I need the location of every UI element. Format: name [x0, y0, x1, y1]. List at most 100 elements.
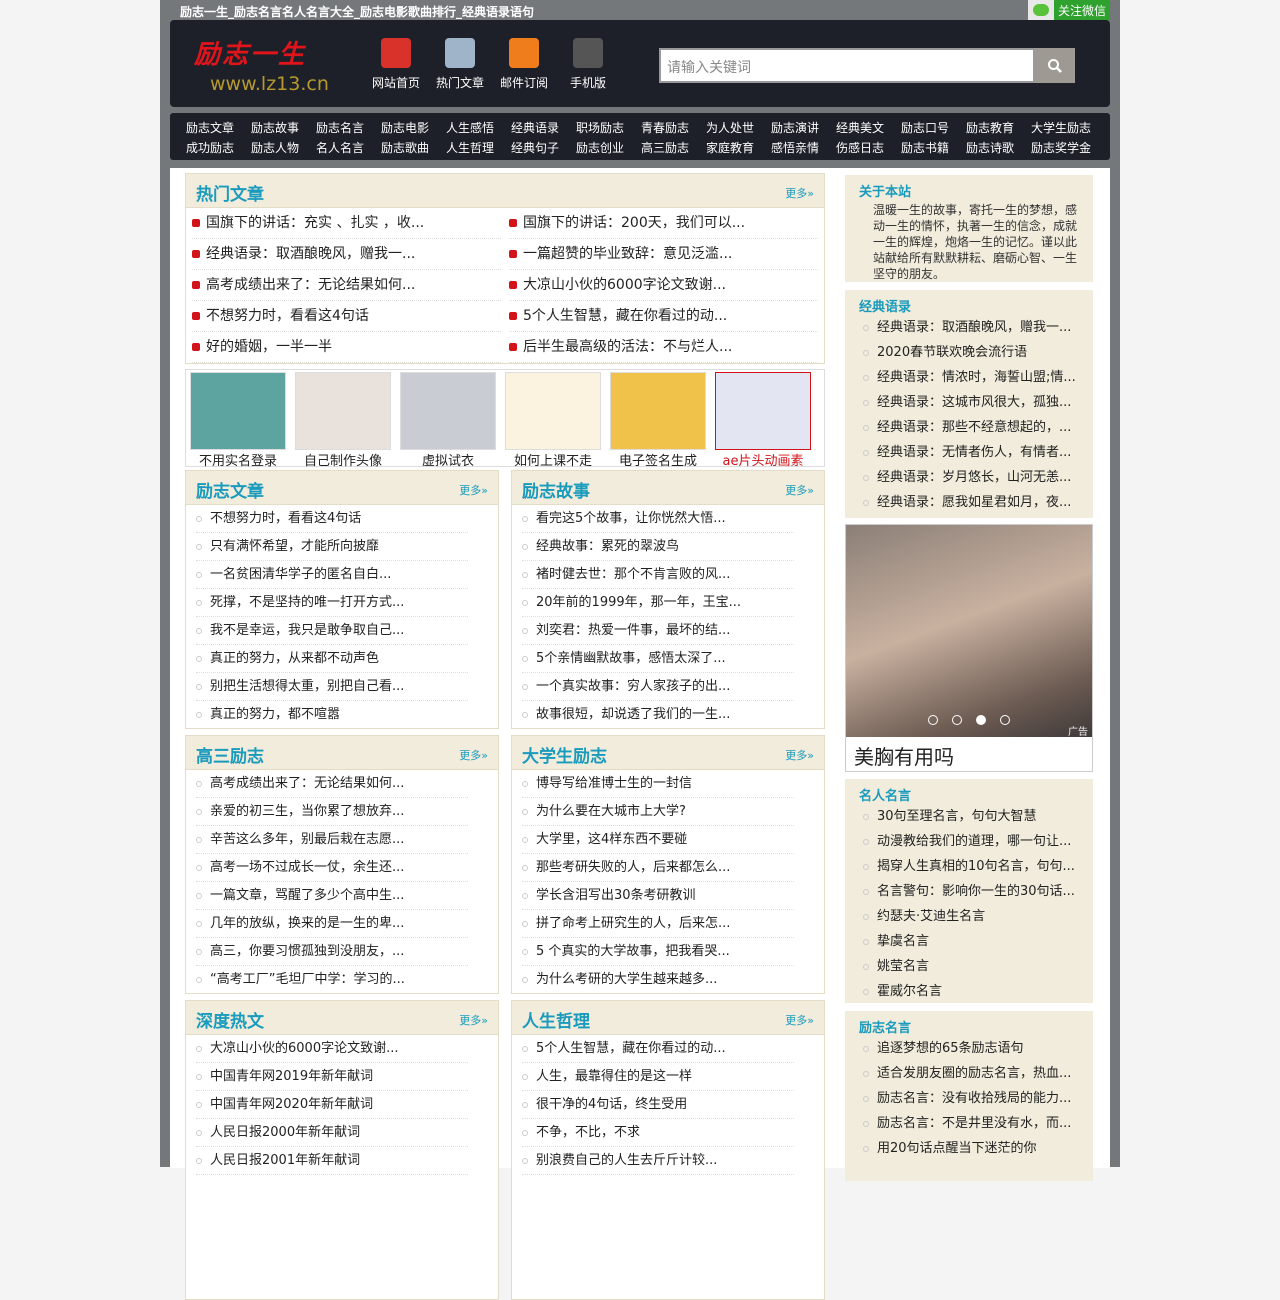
nav-link[interactable]: 经典语录 — [511, 119, 576, 139]
article-link[interactable]: 我不是幸运，我只是敢争取自己... — [210, 623, 404, 638]
list-item[interactable]: 姚莹名言 — [863, 954, 1093, 979]
thumb-caption[interactable]: 自己制作头像 — [295, 450, 391, 469]
list-item[interactable]: 励志名言：没有收拾残局的能力... — [863, 1086, 1093, 1111]
nav-link[interactable]: 励志人物 — [251, 139, 316, 159]
nav-link[interactable]: 家庭教育 — [706, 139, 771, 159]
list-item[interactable]: 故事很短，却说透了我们的一生... — [522, 701, 794, 729]
nav-link[interactable]: 励志书籍 — [901, 139, 966, 159]
carousel-dot[interactable] — [952, 715, 962, 725]
list-item[interactable]: 后半生最高级的活法：不与烂人... — [509, 332, 818, 363]
thumb-caption[interactable]: 如何上课不走 — [505, 450, 601, 469]
list-item[interactable]: 几年的放纵，换来的是一生的卑... — [196, 910, 468, 938]
article-link[interactable]: 人民日报2001年新年献词 — [210, 1153, 360, 1168]
list-item[interactable]: 人民日报2001年新年献词 — [196, 1147, 468, 1175]
side-title[interactable]: 名人名言 — [845, 779, 1093, 804]
more-link[interactable]: 更多» — [785, 1012, 814, 1028]
list-item[interactable]: 一篇超赞的毕业致辞：意见泛滥... — [509, 239, 818, 270]
list-item[interactable]: 高考成绩出来了：无论结果如何... — [192, 270, 501, 301]
nav-link[interactable]: 青春励志 — [641, 119, 706, 139]
ad-image[interactable] — [846, 525, 1092, 737]
list-item[interactable]: 学长含泪写出30条考研教训 — [522, 882, 794, 910]
thumb-card[interactable]: 电子签名生成 — [610, 372, 706, 469]
article-link[interactable]: 经典语录：岁月悠长，山河无恙... — [877, 470, 1071, 485]
thumb-card[interactable]: ae片头动画素 — [715, 372, 811, 469]
nav-link[interactable]: 励志电影 — [381, 119, 446, 139]
article-link[interactable]: 一篇超赞的毕业致辞：意见泛滥... — [523, 246, 732, 262]
article-link[interactable]: 5个人生智慧，藏在你看过的动... — [536, 1041, 726, 1056]
list-item[interactable]: 5个人生智慧，藏在你看过的动... — [522, 1035, 794, 1063]
nav-link[interactable]: 励志名言 — [316, 119, 381, 139]
article-link[interactable]: 为什么要在大城市上大学? — [536, 804, 686, 819]
list-item[interactable]: 褚时健去世：那个不肯言败的风... — [522, 561, 794, 589]
article-link[interactable]: 辛苦这么多年，别最后栽在志愿... — [210, 832, 404, 847]
article-link[interactable]: 人生，最靠得住的是这一样 — [536, 1069, 692, 1084]
header-nav-item[interactable]: 邮件订阅 — [496, 38, 552, 91]
site-logo[interactable]: 励志一生 www.lz13.cn — [194, 34, 329, 95]
nav-link[interactable]: 名人名言 — [316, 139, 381, 159]
list-item[interactable]: 博导写给准博士生的一封信 — [522, 770, 794, 798]
list-item[interactable]: 真正的努力，从来都不动声色 — [196, 645, 468, 673]
list-item[interactable]: 为什么要在大城市上大学? — [522, 798, 794, 826]
nav-link[interactable]: 励志教育 — [966, 119, 1031, 139]
nav-link[interactable]: 感悟亲情 — [771, 139, 836, 159]
list-item[interactable]: 20年前的1999年，那一年，王宝... — [522, 589, 794, 617]
article-link[interactable]: 后半生最高级的活法：不与烂人... — [523, 339, 732, 355]
list-item[interactable]: 大学里，这4样东西不要碰 — [522, 826, 794, 854]
nav-link[interactable]: 励志诗歌 — [966, 139, 1031, 159]
list-item[interactable]: 高考成绩出来了：无论结果如何... — [196, 770, 468, 798]
list-item[interactable]: 很干净的4句话，终生受用 — [522, 1091, 794, 1119]
article-link[interactable]: 死撑，不是坚持的唯一打开方式... — [210, 595, 404, 610]
article-link[interactable]: 经典语录：取酒酿晚风，赠我一... — [877, 320, 1071, 335]
article-link[interactable]: 为什么考研的大学生越来越多... — [536, 972, 717, 987]
list-item[interactable]: 不想努力时，看看这4句话 — [192, 301, 501, 332]
thumb-card[interactable]: 不用实名登录 — [190, 372, 286, 469]
search-button[interactable] — [1035, 48, 1075, 83]
list-item[interactable]: 经典故事：累死的翠波鸟 — [522, 533, 794, 561]
article-link[interactable]: 经典语录：情浓时，海誓山盟;情... — [877, 370, 1076, 385]
nav-link[interactable]: 励志口号 — [901, 119, 966, 139]
list-item[interactable]: 亲爱的初三生，当你累了想放弃... — [196, 798, 468, 826]
list-item[interactable]: 看完这5个故事，让你恍然大悟... — [522, 505, 794, 533]
article-link[interactable]: 高三，你要习惯孤独到没朋友，... — [210, 944, 404, 959]
list-item[interactable]: 5个亲情幽默故事，感悟太深了... — [522, 645, 794, 673]
ad-tag[interactable]: 广告 — [1068, 723, 1088, 738]
article-link[interactable]: 揭穿人生真相的10句名言，句句... — [877, 859, 1075, 874]
article-link[interactable]: 那些考研失败的人，后来都怎么... — [536, 860, 730, 875]
thumb-caption[interactable]: 不用实名登录 — [190, 450, 286, 469]
article-link[interactable]: 大凉山小伙的6000字论文致谢... — [210, 1041, 398, 1056]
article-link[interactable]: 国旗下的讲话：200天，我们可以... — [523, 215, 745, 231]
nav-link[interactable]: 经典美文 — [836, 119, 901, 139]
nav-link[interactable]: 励志文章 — [186, 119, 251, 139]
list-item[interactable]: 经典语录：取酒酿晚风，赠我一... — [863, 315, 1093, 340]
article-link[interactable]: 励志名言：没有收拾残局的能力... — [877, 1091, 1071, 1106]
article-link[interactable]: 只有满怀希望，才能所向披靡 — [210, 539, 379, 554]
article-link[interactable]: 高考一场不过成长一仗，余生还... — [210, 860, 404, 875]
carousel-dot[interactable] — [976, 715, 986, 725]
article-link[interactable]: 挚虞名言 — [877, 934, 929, 949]
list-item[interactable]: 挚虞名言 — [863, 929, 1093, 954]
article-link[interactable]: 刘奕君：热爱一件事，最坏的结... — [536, 623, 730, 638]
article-link[interactable]: 博导写给准博士生的一封信 — [536, 776, 692, 791]
list-item[interactable]: 揭穿人生真相的10句名言，句句... — [863, 854, 1093, 879]
list-item[interactable]: 高三，你要习惯孤独到没朋友，... — [196, 938, 468, 966]
list-item[interactable]: 死撑，不是坚持的唯一打开方式... — [196, 589, 468, 617]
article-link[interactable]: 经典语录：这城市风很大，孤独... — [877, 395, 1071, 410]
article-link[interactable]: 国旗下的讲话：充实 、扎实 ，收... — [206, 215, 424, 231]
search-input[interactable]: 请输入关键词 — [659, 48, 1035, 83]
article-link[interactable]: 5个人生智慧，藏在你看过的动... — [523, 308, 727, 324]
article-link[interactable]: 5 个真实的大学故事，把我看哭... — [536, 944, 730, 959]
thumb-caption[interactable]: ae片头动画素 — [715, 450, 811, 469]
more-link[interactable]: 更多» — [459, 1012, 488, 1028]
list-item[interactable]: 为什么考研的大学生越来越多... — [522, 966, 794, 994]
list-item[interactable]: 经典语录：这城市风很大，孤独... — [863, 390, 1093, 415]
list-item[interactable]: 追逐梦想的65条励志语句 — [863, 1036, 1093, 1061]
article-link[interactable]: 经典语录：无情者伤人，有情者... — [877, 445, 1071, 460]
article-link[interactable]: 姚莹名言 — [877, 959, 929, 974]
nav-link[interactable]: 成功励志 — [186, 139, 251, 159]
list-item[interactable]: 我不是幸运，我只是敢争取自己... — [196, 617, 468, 645]
list-item[interactable]: 大凉山小伙的6000字论文致谢... — [196, 1035, 468, 1063]
article-link[interactable]: 学长含泪写出30条考研教训 — [536, 888, 696, 903]
follow-wechat-button[interactable]: 关注微信 — [1027, 0, 1110, 20]
side-title[interactable]: 经典语录 — [845, 290, 1093, 315]
nav-link[interactable]: 励志奖学金 — [1031, 139, 1096, 159]
